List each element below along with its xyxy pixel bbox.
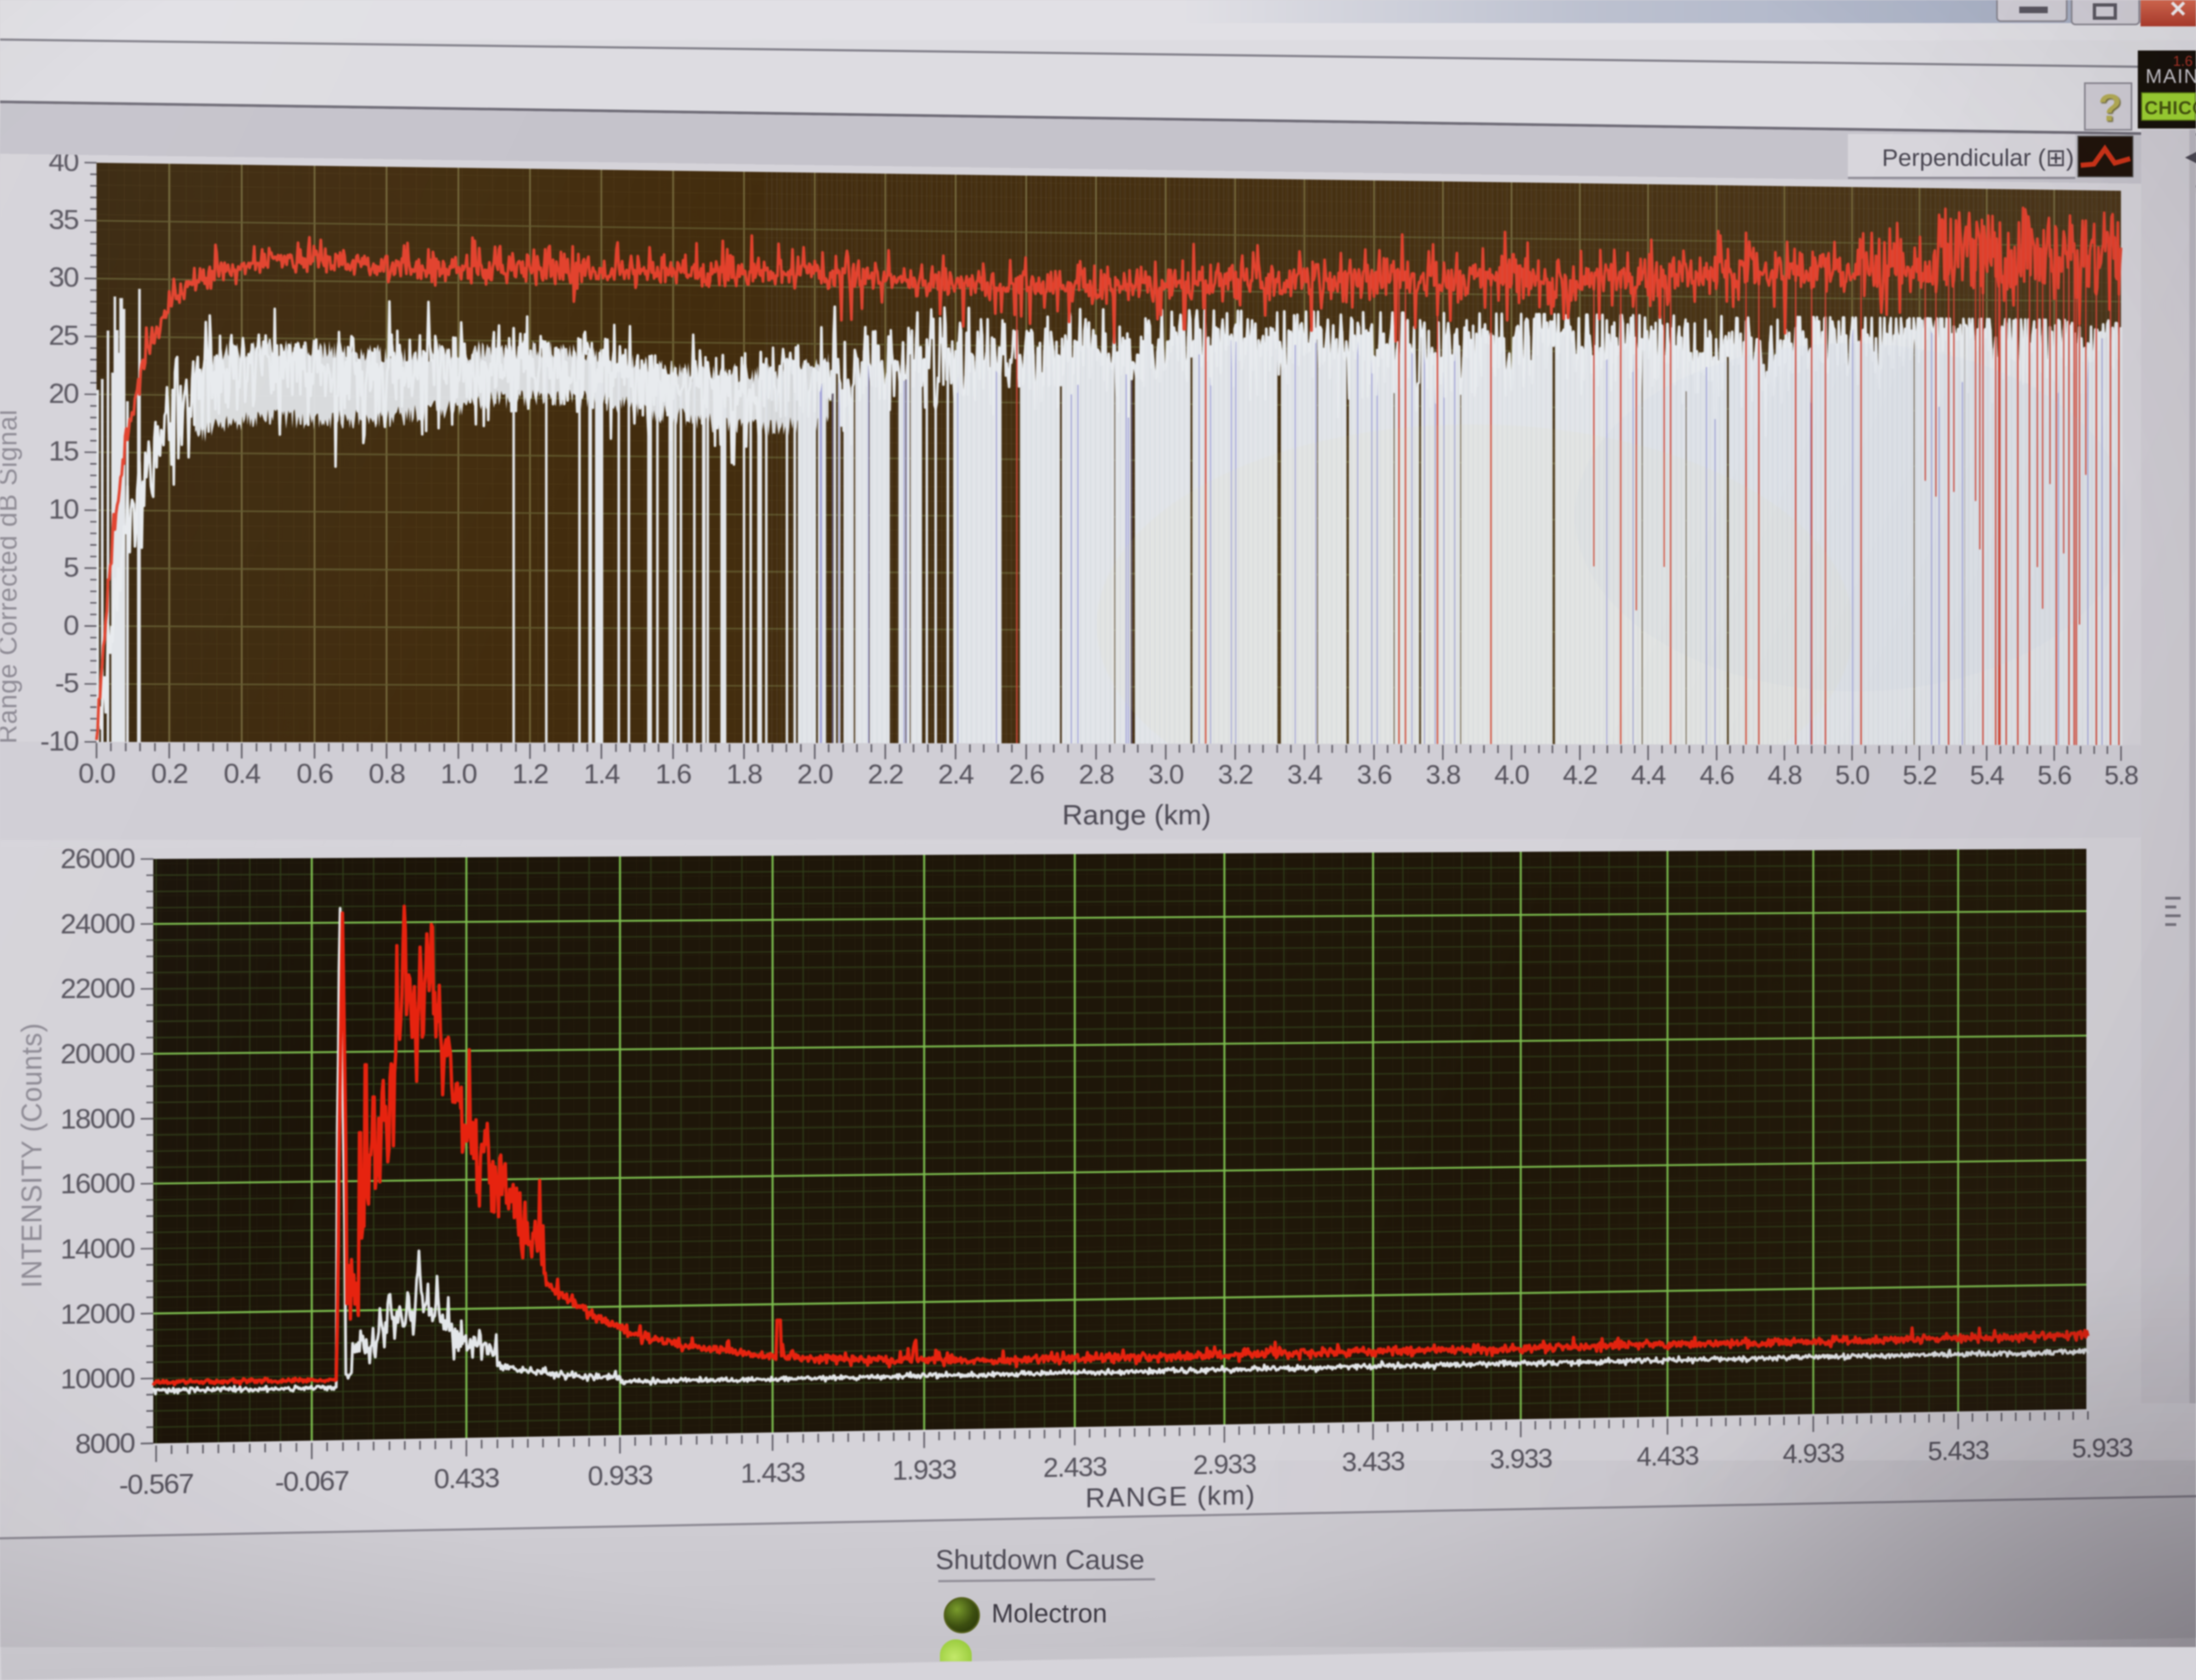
svg-text:24000: 24000 — [60, 908, 135, 939]
svg-text:0.933: 0.933 — [587, 1460, 652, 1491]
svg-text:0.6: 0.6 — [296, 759, 333, 789]
svg-text:-0.067: -0.067 — [275, 1466, 349, 1498]
svg-text:1.433: 1.433 — [741, 1457, 805, 1488]
svg-text:12000: 12000 — [60, 1298, 135, 1330]
svg-text:35: 35 — [48, 204, 79, 235]
svg-text:25: 25 — [48, 320, 79, 351]
svg-text:3.6: 3.6 — [1357, 760, 1391, 789]
svg-text:26000: 26000 — [60, 843, 135, 874]
svg-text:22000: 22000 — [60, 973, 135, 1005]
svg-text:4.4: 4.4 — [1631, 760, 1666, 790]
svg-text:2.8: 2.8 — [1079, 760, 1114, 789]
svg-text:0.4: 0.4 — [223, 759, 260, 789]
svg-text:1.0: 1.0 — [440, 759, 477, 789]
svg-text:INTENSITY (Counts): INTENSITY (Counts) — [15, 1022, 47, 1288]
svg-text:10: 10 — [48, 494, 79, 525]
svg-text:1.933: 1.933 — [892, 1454, 956, 1486]
svg-text:3.2: 3.2 — [1218, 760, 1252, 789]
svg-text:3.8: 3.8 — [1426, 760, 1460, 789]
svg-text:0.2: 0.2 — [151, 758, 187, 788]
svg-text:2.4: 2.4 — [938, 759, 973, 789]
svg-text:3.4: 3.4 — [1287, 760, 1323, 789]
svg-text:Range Corrected dB Signal: Range Corrected dB Signal — [0, 409, 23, 743]
svg-text:0.0: 0.0 — [79, 758, 115, 789]
svg-text:5: 5 — [63, 552, 79, 583]
svg-text:2.933: 2.933 — [1193, 1449, 1256, 1480]
svg-text:15: 15 — [48, 436, 79, 467]
svg-text:40: 40 — [48, 154, 79, 177]
svg-text:5.4: 5.4 — [1970, 761, 2004, 790]
svg-text:-0.567: -0.567 — [119, 1469, 193, 1500]
svg-text:4.6: 4.6 — [1700, 760, 1734, 790]
svg-text:30: 30 — [48, 262, 79, 293]
svg-text:3.0: 3.0 — [1149, 760, 1184, 789]
svg-text:5.933: 5.933 — [2072, 1433, 2133, 1463]
svg-text:2.433: 2.433 — [1043, 1452, 1107, 1483]
svg-text:10000: 10000 — [60, 1363, 135, 1395]
svg-text:16000: 16000 — [60, 1168, 135, 1200]
svg-text:5.433: 5.433 — [1928, 1436, 1988, 1466]
svg-text:3.433: 3.433 — [1342, 1446, 1404, 1477]
svg-text:4.0: 4.0 — [1494, 760, 1529, 789]
svg-text:2.2: 2.2 — [867, 759, 903, 789]
svg-text:1.4: 1.4 — [584, 759, 619, 789]
svg-text:Range (km): Range (km) — [1062, 800, 1211, 831]
svg-text:-10: -10 — [40, 726, 79, 757]
svg-text:0.8: 0.8 — [368, 759, 405, 789]
svg-text:4.933: 4.933 — [1783, 1438, 1844, 1469]
svg-text:4.433: 4.433 — [1637, 1441, 1699, 1472]
svg-text:20000: 20000 — [60, 1038, 135, 1069]
svg-text:20: 20 — [48, 378, 79, 409]
svg-text:5.8: 5.8 — [2104, 761, 2138, 790]
svg-text:0: 0 — [63, 610, 79, 641]
svg-text:4.2: 4.2 — [1563, 760, 1597, 790]
svg-text:1.6: 1.6 — [656, 759, 691, 789]
svg-text:8000: 8000 — [75, 1428, 135, 1459]
svg-text:0.433: 0.433 — [434, 1463, 499, 1494]
svg-text:5.0: 5.0 — [1835, 760, 1869, 790]
svg-text:5.6: 5.6 — [2037, 761, 2071, 790]
svg-text:1.8: 1.8 — [726, 759, 762, 789]
svg-text:-5: -5 — [55, 668, 79, 699]
svg-text:1.2: 1.2 — [512, 759, 548, 789]
svg-text:2.0: 2.0 — [797, 759, 833, 789]
svg-text:5.2: 5.2 — [1903, 760, 1936, 789]
svg-text:18000: 18000 — [60, 1103, 135, 1134]
svg-text:14000: 14000 — [60, 1233, 135, 1264]
svg-text:RANGE (km): RANGE (km) — [1085, 1480, 1256, 1513]
svg-text:2.6: 2.6 — [1009, 759, 1044, 789]
svg-text:3.933: 3.933 — [1489, 1444, 1552, 1475]
svg-text:4.8: 4.8 — [1768, 760, 1802, 790]
